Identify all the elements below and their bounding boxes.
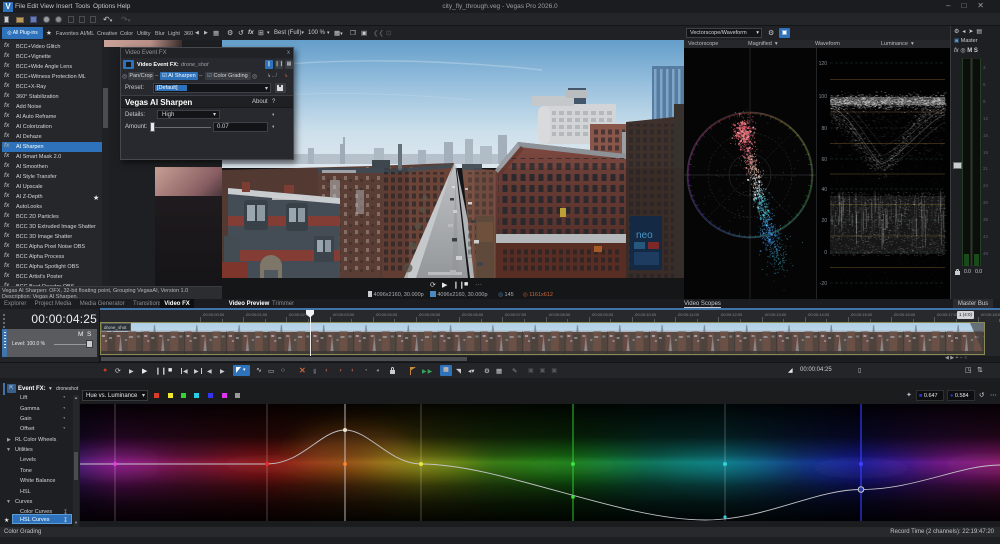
svg-text:-20: -20 xyxy=(820,281,827,287)
svg-text:100: 100 xyxy=(819,94,828,100)
svg-text:80: 80 xyxy=(821,126,827,132)
svg-text:120: 120 xyxy=(819,61,828,67)
svg-text:20: 20 xyxy=(821,218,827,224)
svg-text:0: 0 xyxy=(824,250,827,256)
svg-text:40: 40 xyxy=(821,187,827,193)
svg-text:60: 60 xyxy=(821,157,827,163)
